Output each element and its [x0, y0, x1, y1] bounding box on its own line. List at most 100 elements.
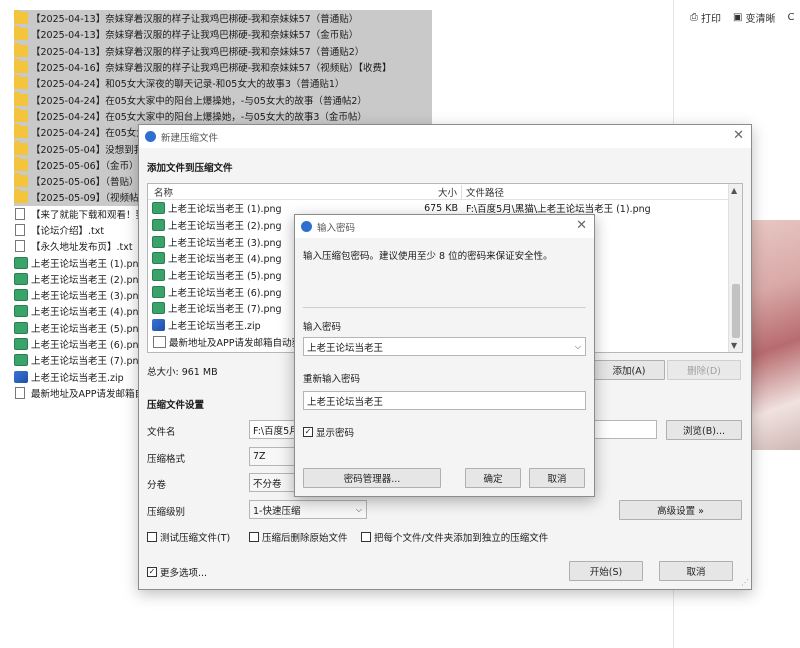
folder-icon — [14, 107, 28, 122]
col-path-header[interactable]: 文件路径 — [462, 185, 504, 199]
viewer-toolbar: ⎙ 打印 ▣ 变清晰 C — [690, 10, 794, 25]
print-button[interactable]: ⎙ 打印 — [690, 10, 721, 25]
add-button[interactable]: 添加(A) — [593, 360, 665, 380]
show-password-checkbox[interactable]: ✓ 显示密码 — [303, 425, 354, 439]
volume-select[interactable]: 不分卷 — [249, 473, 295, 492]
file-name: 上老王论坛当老王 (4).png — [168, 254, 282, 266]
list-item-label: 上老王论坛当老王 (7).png — [31, 356, 145, 368]
list-item[interactable]: 【2025-04-13】奈妹穿着汉服的样子让我鸡巴梆硬-我和奈妹妹57（普通贴） — [14, 10, 432, 27]
reenter-password-input[interactable]: 上老王论坛当老王 — [303, 391, 586, 410]
image-file-icon — [14, 354, 28, 367]
password-cancel-button[interactable]: 取消 — [529, 468, 585, 488]
image-file-icon — [14, 338, 28, 351]
image-file-icon — [152, 302, 165, 315]
enhance-icon: ▣ — [733, 12, 743, 23]
folder-icon — [14, 59, 28, 74]
image-file-icon — [14, 289, 28, 302]
checkmark-icon: ✓ — [303, 427, 313, 437]
level-select[interactable]: 1-快速压缩 ⌵ — [249, 500, 367, 519]
list-item-label: 上老王论坛当老王 (6).png — [31, 340, 145, 352]
add-files-heading: 添加文件到压缩文件 — [147, 163, 233, 174]
more-options-checkbox[interactable]: ✓ 更多选项... — [147, 565, 207, 579]
dialog-titlebar: 新建压缩文件 — [139, 125, 751, 148]
text-file-icon — [15, 240, 25, 253]
folder-icon — [14, 10, 28, 25]
close-icon[interactable]: ✕ — [733, 128, 744, 143]
image-file-icon — [14, 256, 28, 269]
checkbox-icon — [361, 532, 371, 542]
file-name: 上老王论坛当老王 (1).png — [168, 204, 282, 216]
password-titlebar: 输入密码 — [295, 215, 594, 238]
list-item-label: 上老王论坛当老王 (2).png — [31, 274, 145, 286]
app-icon — [301, 221, 312, 232]
list-item-label: 【2025-04-13】奈妹穿着汉服的样子让我鸡巴梆硬-我和奈妹妹57（金币贴） — [31, 30, 359, 42]
settings-heading: 压缩文件设置 — [147, 400, 205, 411]
delete-button[interactable]: 删除(D) — [667, 360, 741, 380]
printer-icon: ⎙ — [690, 12, 698, 23]
folder-icon — [14, 26, 28, 41]
folder-icon — [14, 124, 28, 139]
file-list-header: 名称 大小 文件路径 — [148, 184, 742, 200]
password-manager-button[interactable]: 密码管理器... — [303, 468, 441, 488]
scroll-up-icon[interactable]: ▲ — [731, 186, 737, 195]
separate-archives-checkbox[interactable]: 把每个文件/文件夹添加到独立的压缩文件 — [361, 530, 548, 544]
archive-icon — [14, 370, 28, 383]
list-item-label: 【2025-04-24】和05女大深夜的聊天记录-和05女大的故事3（普通贴1） — [31, 79, 345, 91]
more-button[interactable]: C — [787, 12, 794, 23]
file-name: 上老王论坛当老王.zip — [168, 321, 261, 333]
volume-label: 分卷 — [147, 480, 167, 491]
file-list-scrollbar[interactable]: ▲ ▼ — [728, 184, 742, 352]
delete-after-checkbox[interactable]: 压缩后删除原始文件 — [249, 530, 348, 544]
list-item-label: 上老王论坛当老王 (5).png — [31, 323, 145, 335]
scroll-thumb[interactable] — [732, 284, 740, 338]
checkmark-icon: ✓ — [147, 567, 157, 577]
folder-icon — [14, 156, 28, 171]
close-icon[interactable]: ✕ — [576, 218, 587, 233]
image-file-icon — [152, 252, 165, 265]
browse-button[interactable]: 浏览(B)... — [666, 420, 742, 440]
list-item-label: 【2025-04-16】奈妹穿着汉服的样子让我鸡巴梆硬-我和奈妹妹57（视频贴）… — [31, 63, 392, 75]
list-item-label: 上老王论坛当老王 (3).png — [31, 291, 145, 303]
dialog-title: 新建压缩文件 — [161, 132, 219, 144]
col-name-header[interactable]: 名称 — [148, 185, 410, 199]
reenter-password-label: 重新输入密码 — [303, 374, 361, 385]
app-icon — [145, 131, 156, 142]
list-item-label: 【2025-05-06】（普贴） — [31, 177, 139, 189]
list-item[interactable]: 【2025-04-16】奈妹穿着汉服的样子让我鸡巴梆硬-我和奈妹妹57（视频贴）… — [14, 58, 432, 76]
level-label: 压缩级别 — [147, 507, 186, 518]
scroll-down-icon[interactable]: ▼ — [731, 341, 737, 350]
cancel-button[interactable]: 取消 — [659, 561, 733, 581]
resize-grip-icon[interactable]: ⋰ — [741, 578, 749, 587]
folder-icon — [14, 140, 28, 155]
archive-icon — [152, 319, 165, 332]
ok-button[interactable]: 确定 — [465, 468, 521, 488]
enhance-button[interactable]: ▣ 变清晰 — [733, 10, 775, 25]
image-file-icon — [14, 305, 28, 318]
total-size: 总大小: 961 MB — [147, 367, 218, 378]
list-item-label: 最新地址及APP请发邮箱自 — [31, 388, 144, 400]
text-file-icon — [15, 224, 25, 236]
chevron-down-icon[interactable]: ⌵ — [575, 342, 581, 352]
image-file-icon — [152, 285, 165, 298]
list-item[interactable]: 【2025-04-24】在05女大家中的阳台上爆操她，-与05女大的故事（普通帖… — [14, 91, 432, 108]
list-item-label: 【论坛介绍】.txt — [31, 226, 105, 237]
list-item[interactable]: 【2025-04-24】和05女大深夜的聊天记录-和05女大的故事3（普通贴1） — [14, 75, 432, 92]
list-item-label: 【来了就能下载和观看！要 — [31, 209, 146, 221]
enter-password-label: 输入密码 — [303, 322, 342, 333]
advanced-settings-button[interactable]: 高级设置 » — [619, 500, 742, 520]
test-archive-checkbox[interactable]: 测试压缩文件(T) — [147, 530, 230, 544]
chevron-down-icon: ⌵ — [355, 504, 362, 514]
password-input[interactable]: 上老王论坛当老王 ⌵ — [303, 337, 586, 356]
separator — [303, 307, 586, 308]
text-file-icon — [15, 386, 25, 399]
list-item[interactable]: 【2025-04-13】奈妹穿着汉服的样子让我鸡巴梆硬-我和奈妹妹57（普通贴2… — [14, 42, 432, 59]
checkbox-icon — [147, 532, 157, 542]
list-item-label: 【2025-04-24】在05女大家中的阳台上爆操她，-与05女大的故事（普通帖… — [31, 95, 367, 107]
list-item-label: 上老王论坛当老王 (4).png — [31, 307, 145, 319]
start-button[interactable]: 开始(S) — [569, 561, 643, 581]
list-item-label: 【2025-04-13】奈妹穿着汉服的样子让我鸡巴梆硬-我和奈妹妹57（普通贴2… — [31, 46, 365, 58]
col-size-header[interactable]: 大小 — [410, 184, 462, 199]
format-select[interactable]: 7Z — [249, 447, 295, 466]
list-item[interactable]: 【2025-04-13】奈妹穿着汉服的样子让我鸡巴梆硬-我和奈妹妹57（金币贴） — [14, 26, 432, 43]
list-item[interactable]: 【2025-04-24】在05女大家中的阳台上爆操她，-与05女大的故事3（金币… — [14, 107, 432, 125]
